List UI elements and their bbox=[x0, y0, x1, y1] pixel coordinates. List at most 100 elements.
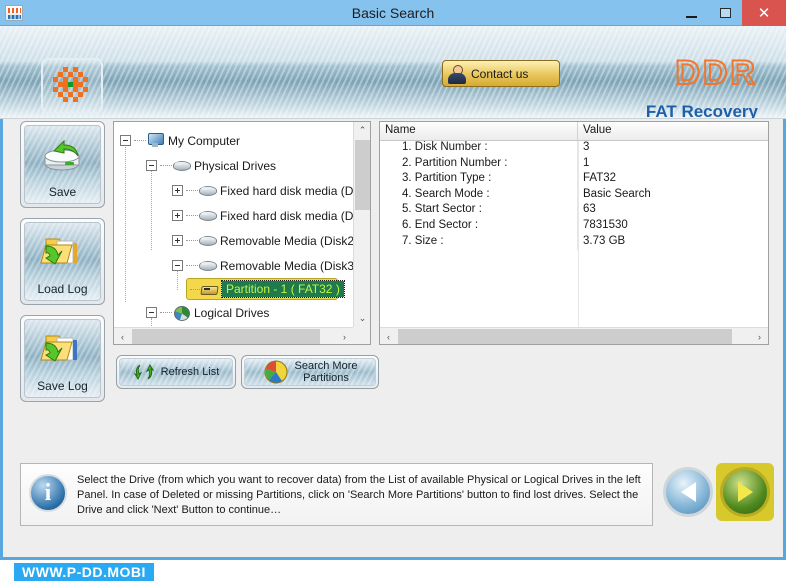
tree-label: Fixed hard disk media (Disk0 - 465 bbox=[220, 184, 353, 198]
main-content: Save Load Log bbox=[0, 119, 786, 557]
scroll-left-icon[interactable]: ‹ bbox=[380, 328, 397, 345]
scroll-thumb[interactable] bbox=[398, 329, 732, 344]
tree-connector bbox=[186, 190, 198, 191]
tree-connector bbox=[190, 289, 200, 290]
disk-icon bbox=[198, 233, 216, 248]
scroll-left-icon[interactable]: ‹ bbox=[114, 328, 131, 345]
search-more-partitions-button[interactable]: Search More Partitions bbox=[241, 355, 379, 389]
refresh-list-label: Refresh List bbox=[161, 366, 220, 378]
instruction-bar: i Select the Drive (from which you want … bbox=[20, 463, 653, 526]
tree-node-disk1[interactable]: Fixed hard disk media (Disk1 - 931 bbox=[120, 203, 353, 228]
disk-icon bbox=[198, 258, 216, 273]
scroll-up-icon[interactable]: ⌃ bbox=[354, 122, 371, 139]
row-value: Basic Search bbox=[578, 188, 768, 204]
sidebar-item-load-log[interactable]: Load Log bbox=[20, 218, 105, 305]
tree-toggle-icon[interactable] bbox=[146, 307, 157, 318]
tree-toggle-icon[interactable] bbox=[172, 210, 183, 221]
application-window: Basic Search ✕ Contact us DDR FAT Recove… bbox=[0, 0, 786, 583]
close-button[interactable]: ✕ bbox=[742, 0, 786, 26]
logical-drives-icon bbox=[172, 305, 190, 320]
disk-icon bbox=[198, 183, 216, 198]
disk-icon bbox=[172, 158, 190, 173]
tree-connector bbox=[186, 240, 198, 241]
table-row[interactable]: 2. Partition Number : 1 bbox=[380, 157, 768, 173]
next-arrow-icon bbox=[738, 482, 753, 502]
info-table-header: Name Value bbox=[380, 122, 768, 141]
row-name: 7. Size : bbox=[380, 235, 578, 251]
tree-label: Fixed hard disk media (Disk1 - 931 bbox=[220, 209, 353, 223]
previous-button[interactable] bbox=[659, 463, 717, 521]
footer-bar: WWW.P-DD.MOBI bbox=[0, 557, 786, 583]
row-name: 6. End Sector : bbox=[380, 219, 578, 235]
tree-node-physical-drives[interactable]: Physical Drives bbox=[120, 153, 353, 178]
scrollbar-corner bbox=[353, 327, 370, 344]
tree-node-logical-drives[interactable]: Logical Drives bbox=[120, 300, 353, 325]
pie-chart-icon bbox=[263, 359, 289, 385]
tree-toggle-icon[interactable] bbox=[172, 235, 183, 246]
sidebar-label-save-log: Save Log bbox=[37, 379, 88, 393]
scroll-right-icon[interactable]: › bbox=[751, 328, 768, 345]
row-value: 7831530 bbox=[578, 219, 768, 235]
tree-connector bbox=[160, 312, 172, 313]
tree-node-disk0[interactable]: Fixed hard disk media (Disk0 - 465 bbox=[120, 178, 353, 203]
row-value: 3.73 GB bbox=[578, 235, 768, 251]
website-watermark: WWW.P-DD.MOBI bbox=[14, 563, 154, 581]
partition-info-panel: Name Value 1. Disk Number : 3 2. Partiti… bbox=[379, 121, 769, 345]
table-row[interactable]: 5. Start Sector : 63 bbox=[380, 203, 768, 219]
refresh-list-button[interactable]: Refresh List bbox=[116, 355, 236, 389]
tree-toggle-icon[interactable] bbox=[172, 260, 183, 271]
logo-cell bbox=[63, 97, 68, 102]
person-icon bbox=[447, 64, 467, 84]
logo-cell bbox=[83, 87, 88, 92]
maximize-button[interactable] bbox=[708, 0, 742, 26]
table-row[interactable]: 7. Size : 3.73 GB bbox=[380, 235, 768, 251]
column-header-name[interactable]: Name bbox=[380, 122, 578, 140]
tree-horizontal-scrollbar[interactable]: ‹ › bbox=[114, 327, 353, 344]
tree-connector bbox=[134, 140, 146, 141]
drive-tree-panel[interactable]: My Computer Physical Drives Fixed hard d… bbox=[113, 121, 371, 345]
app-logo bbox=[41, 58, 103, 114]
brand-subtitle: FAT Recovery bbox=[646, 102, 758, 119]
scroll-thumb[interactable] bbox=[132, 329, 320, 344]
instruction-text: Select the Drive (from which you want to… bbox=[77, 473, 644, 518]
title-bar: Basic Search ✕ bbox=[0, 0, 786, 26]
tree-toggle-icon[interactable] bbox=[146, 160, 157, 171]
brand-title: DDR bbox=[675, 54, 758, 93]
sidebar-item-save[interactable]: Save bbox=[20, 121, 105, 208]
table-row[interactable]: 6. End Sector : 7831530 bbox=[380, 219, 768, 235]
load-log-folder-icon bbox=[40, 231, 86, 275]
column-header-value[interactable]: Value bbox=[578, 122, 768, 140]
tree-node-partition-1[interactable]: Partition - 1 ( FAT32 ) bbox=[186, 278, 338, 300]
sidebar-label-load-log: Load Log bbox=[37, 282, 87, 296]
row-value: 63 bbox=[578, 203, 768, 219]
tree-node-my-computer[interactable]: My Computer bbox=[120, 128, 353, 153]
info-horizontal-scrollbar[interactable]: ‹ › bbox=[380, 327, 768, 344]
scroll-thumb[interactable] bbox=[355, 140, 370, 210]
tree-node-disk3[interactable]: Removable Media (Disk3 - 3.73 GB bbox=[120, 253, 353, 278]
disk-icon bbox=[198, 208, 216, 223]
table-row[interactable]: 4. Search Mode : Basic Search bbox=[380, 188, 768, 204]
previous-arrow-icon bbox=[681, 482, 696, 502]
tree-toggle-icon[interactable] bbox=[172, 185, 183, 196]
next-button[interactable] bbox=[716, 463, 774, 521]
sidebar: Save Load Log bbox=[20, 121, 108, 412]
table-row[interactable]: 1. Disk Number : 3 bbox=[380, 141, 768, 157]
row-value: 1 bbox=[578, 157, 768, 173]
tree-toggle-icon[interactable] bbox=[120, 135, 131, 146]
tree-connector bbox=[160, 165, 172, 166]
tree-connector bbox=[186, 265, 198, 266]
tree-label: Removable Media (Disk3 - 3.73 GB bbox=[220, 259, 353, 273]
computer-icon bbox=[146, 133, 164, 148]
table-row[interactable]: 3. Partition Type : FAT32 bbox=[380, 172, 768, 188]
tree-vertical-scrollbar[interactable]: ⌃ ⌄ bbox=[353, 122, 370, 327]
save-log-folder-icon bbox=[40, 328, 86, 372]
scroll-right-icon[interactable]: › bbox=[336, 328, 353, 345]
row-name: 3. Partition Type : bbox=[380, 172, 578, 188]
scroll-down-icon[interactable]: ⌄ bbox=[354, 310, 371, 327]
tree-node-disk2[interactable]: Removable Media (Disk2 - 7.46 GB bbox=[120, 228, 353, 253]
sidebar-item-save-log[interactable]: Save Log bbox=[20, 315, 105, 402]
minimize-button[interactable] bbox=[674, 0, 708, 26]
contact-us-button[interactable]: Contact us bbox=[442, 60, 560, 87]
column-divider bbox=[578, 141, 579, 329]
row-name: 4. Search Mode : bbox=[380, 188, 578, 204]
